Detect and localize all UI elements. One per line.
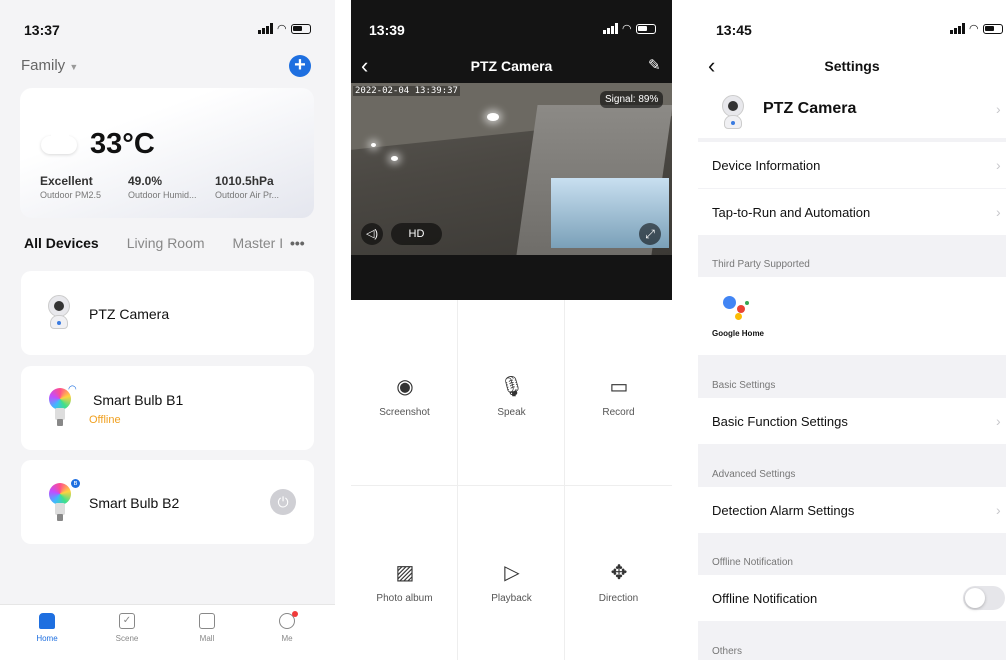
chevron-right-icon: ›	[996, 157, 1001, 173]
chevron-right-icon: ›	[996, 502, 1001, 518]
screenshot-button[interactable]: ◉ Screenshot	[351, 300, 458, 486]
section-advanced-settings: Advanced Settings	[712, 469, 796, 480]
tab-all-devices[interactable]: All Devices	[24, 235, 99, 251]
add-device-button[interactable]: +	[289, 55, 311, 77]
bluetooth-badge-icon: ʙ	[71, 479, 80, 488]
camera-icon	[48, 295, 70, 329]
cellular-icon	[950, 23, 965, 34]
battery-icon	[982, 23, 1003, 34]
camera-icon	[722, 95, 744, 129]
home-icon	[39, 613, 55, 629]
google-assistant-icon	[723, 296, 736, 309]
wifi-badge-icon: ◠	[68, 384, 77, 395]
quality-button[interactable]: HD	[391, 223, 442, 245]
speaker-icon[interactable]: ◁)	[361, 223, 383, 245]
section-others: Others	[712, 646, 743, 657]
room-tabs: All Devices Living Room Master I	[24, 235, 283, 251]
tap-to-run-row[interactable]: Tap-to-Run and Automation ›	[698, 189, 1006, 235]
device-name: PTZ Camera	[89, 306, 170, 322]
section-offline-notification: Offline Notification	[712, 557, 793, 568]
microphone-icon: 🎙︎	[499, 376, 525, 398]
status-time: 13:37	[24, 22, 60, 38]
camera-icon: ◉	[396, 376, 414, 398]
device-name: Smart Bulb B1	[93, 392, 184, 408]
device-header-row[interactable]: PTZ Camera ›	[698, 82, 1006, 138]
playback-button[interactable]: ▷ Playback	[458, 486, 565, 660]
cellular-icon	[603, 23, 618, 34]
direction-icon: ✥	[610, 562, 628, 584]
wifi-icon: ◠	[969, 23, 979, 35]
speak-button[interactable]: 🎙︎ Speak	[458, 300, 565, 486]
photo-album-button[interactable]: ▨ Photo album	[351, 486, 458, 660]
family-selector[interactable]: Family ▼	[21, 57, 78, 74]
nav-me[interactable]: Me	[267, 611, 307, 643]
basic-function-settings-row[interactable]: Basic Function Settings ›	[698, 398, 1006, 444]
device-card-smart-bulb-b2[interactable]: ʙ Smart Bulb B2 ⏻	[21, 460, 314, 544]
live-video[interactable]: 2022-02-04 13:39:37 Signal: 89% ◁) HD ⤢	[351, 83, 672, 255]
more-tabs-button[interactable]: •••	[290, 235, 305, 251]
bottom-navigation: Home ✓ Scene Mall Me	[0, 604, 335, 660]
weather-stat-pressure: 1010.5hPa Outdoor Air Pr...	[215, 174, 280, 200]
status-icons: ◠	[603, 22, 656, 35]
battery-icon	[290, 23, 311, 34]
direction-button[interactable]: ✥ Direction	[565, 486, 672, 660]
fullscreen-icon[interactable]: ⤢	[639, 223, 661, 245]
google-home-label: Google Home	[712, 329, 765, 338]
home-screen: 13:37 ◠ Family ▼ + 33°C Excellent Outdoo…	[0, 0, 335, 660]
wifi-icon: ◠	[622, 23, 632, 35]
page-title: Settings	[824, 58, 880, 74]
status-time: 13:39	[369, 22, 405, 38]
page-title: PTZ Camera	[470, 58, 553, 74]
section-third-party: Third Party Supported	[712, 259, 810, 270]
weather-stat-humidity: 49.0% Outdoor Humid...	[128, 174, 197, 200]
action-grid: ◉ Screenshot 🎙︎ Speak ▭ Record ▨ Photo album…	[351, 300, 672, 660]
device-name: PTZ Camera	[763, 100, 857, 117]
wifi-icon: ◠	[277, 23, 287, 35]
offline-notification-row: Offline Notification	[698, 575, 1006, 621]
cellular-icon	[258, 23, 273, 34]
bulb-icon	[49, 483, 71, 523]
device-information-row[interactable]: Device Information ›	[698, 142, 1006, 188]
video-icon: ▭	[609, 376, 629, 398]
cloud-icon	[41, 126, 77, 154]
detection-alarm-settings-row[interactable]: Detection Alarm Settings ›	[698, 487, 1006, 533]
weather-card[interactable]: 33°C Excellent Outdoor PM2.5 49.0% Outdo…	[20, 88, 314, 218]
device-card-ptz-camera[interactable]: PTZ Camera	[21, 271, 314, 355]
chevron-right-icon: ›	[996, 204, 1001, 220]
scene-icon: ✓	[119, 613, 135, 629]
playback-icon: ▷	[504, 562, 520, 584]
status-icons: ◠	[258, 22, 311, 35]
tab-living-room[interactable]: Living Room	[127, 235, 205, 251]
status-icons: ◠	[950, 22, 1003, 35]
nav-mall[interactable]: Mall	[187, 613, 227, 643]
camera-screen: 13:39 ◠ ‹ PTZ Camera ✎ 2022-02-04 13:39:…	[351, 0, 672, 660]
temperature: 33°C	[90, 128, 155, 160]
weather-stat-pm25: Excellent Outdoor PM2.5	[40, 174, 102, 200]
device-status: Offline	[89, 414, 121, 426]
tab-master[interactable]: Master I	[233, 235, 284, 251]
section-basic-settings: Basic Settings	[712, 380, 776, 391]
camera-header: 13:39 ◠ ‹ PTZ Camera ✎ 2022-02-04 13:39:…	[351, 0, 672, 300]
nav-scene[interactable]: ✓ Scene	[107, 613, 147, 643]
image-icon: ▨	[395, 562, 415, 584]
google-home-row[interactable]: Google Home	[698, 277, 1006, 355]
bag-icon	[199, 613, 215, 629]
offline-notification-toggle[interactable]	[963, 586, 1005, 610]
power-button[interactable]: ⏻	[270, 489, 296, 515]
device-card-smart-bulb-b1[interactable]: ◠ Smart Bulb B1 Offline	[21, 366, 314, 450]
edit-icon[interactable]: ✎	[648, 56, 661, 74]
signal-badge: Signal: 89%	[600, 91, 664, 108]
nav-home[interactable]: Home	[27, 613, 67, 643]
device-name: Smart Bulb B2	[89, 495, 180, 511]
chevron-right-icon: ›	[996, 413, 1001, 429]
notification-dot	[292, 611, 298, 617]
record-button[interactable]: ▭ Record	[565, 300, 672, 486]
video-timestamp: 2022-02-04 13:39:37	[353, 86, 460, 96]
chevron-right-icon: ›	[996, 101, 1001, 117]
status-time: 13:45	[716, 22, 752, 38]
settings-screen: 13:45 ◠ ‹ Settings PTZ Camera › Device I…	[698, 0, 1006, 660]
battery-icon	[635, 23, 656, 34]
